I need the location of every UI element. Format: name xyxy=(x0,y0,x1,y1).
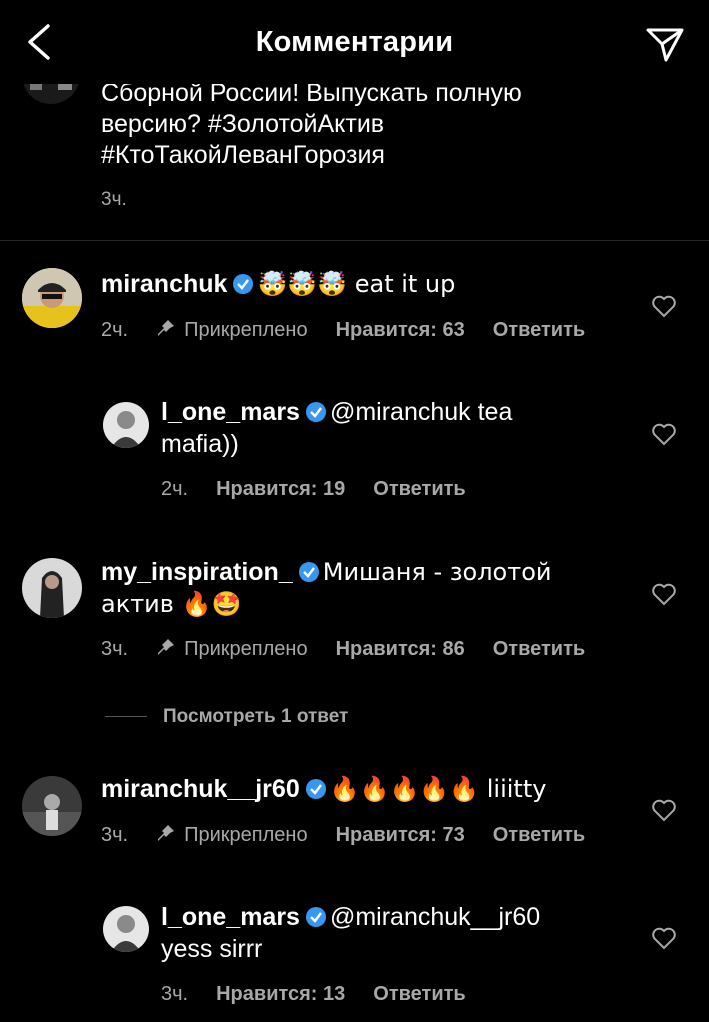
comment-meta: 2ч. Прикреплено Нравится: 63 Ответить xyxy=(101,318,585,342)
comment-time: 2ч. xyxy=(101,319,129,341)
pinned-label: Прикреплено xyxy=(156,638,308,660)
avatar[interactable] xyxy=(22,268,82,328)
divider xyxy=(0,240,709,241)
post-caption: Сборной России! Выпускать полную версию?… xyxy=(101,78,621,171)
heart-outline-icon[interactable] xyxy=(651,926,677,950)
comment-username[interactable]: l_one_mars xyxy=(161,903,300,931)
comment-time: 3ч. xyxy=(101,638,129,660)
reply-button[interactable]: Ответить xyxy=(493,824,585,846)
like-count[interactable]: Нравится: 19 xyxy=(216,478,345,500)
caption-timestamp: 3ч. xyxy=(101,189,127,210)
heart-outline-icon[interactable] xyxy=(651,582,677,606)
verified-badge-icon xyxy=(305,779,326,799)
divider xyxy=(105,716,147,718)
verified-badge-icon xyxy=(305,402,326,422)
comment-text: l_one_mars @miranchuk tea mafia)) xyxy=(161,396,581,460)
comment-username[interactable]: miranchuk xyxy=(101,270,227,298)
pin-icon xyxy=(158,320,175,336)
comment-text: miranchuk 🤯🤯🤯 eat it up xyxy=(101,268,641,300)
paper-plane-icon xyxy=(646,28,684,62)
heart-outline-icon[interactable] xyxy=(651,422,677,446)
reply-button[interactable]: Ответить xyxy=(493,319,585,341)
comment-body: 🔥🔥🔥🔥🔥 liiitty xyxy=(329,775,547,803)
avatar[interactable] xyxy=(103,402,149,448)
comment-username[interactable]: l_one_mars xyxy=(161,398,300,426)
like-count[interactable]: Нравится: 63 xyxy=(336,319,465,341)
like-count[interactable]: Нравится: 86 xyxy=(336,638,465,660)
caption-line: версию? #ЗолотойАктив xyxy=(101,110,385,138)
pin-icon xyxy=(158,639,175,655)
comment-username[interactable]: my_inspiration_ xyxy=(101,558,293,586)
share-button[interactable] xyxy=(645,24,685,64)
avatar[interactable] xyxy=(103,906,149,952)
view-replies-button[interactable]: Посмотреть 1 ответ xyxy=(105,706,348,728)
verified-badge-icon xyxy=(298,562,319,582)
comment-meta: 2ч. Нравится: 19 Ответить xyxy=(161,478,466,501)
comment-meta: 3ч. Нравится: 13 Ответить xyxy=(161,983,466,1006)
comment-body: 🤯🤯🤯 eat it up xyxy=(257,270,456,298)
verified-badge-icon xyxy=(233,274,254,294)
reply-button[interactable]: Ответить xyxy=(373,478,465,500)
caption-line: #КтоТакойЛеванГорозия xyxy=(101,141,385,169)
heart-outline-icon[interactable] xyxy=(651,294,677,318)
comment-text: miranchuk__jr60 🔥🔥🔥🔥🔥 liiitty xyxy=(101,773,641,805)
page-title: Комментарии xyxy=(255,26,454,58)
top-bar: Комментарии xyxy=(0,0,709,84)
comment-text: l_one_mars @miranchuk__jr60 yess sirrr xyxy=(161,901,581,965)
comment-time: 3ч. xyxy=(101,824,129,846)
like-count[interactable]: Нравится: 73 xyxy=(336,824,465,846)
comment-time: 3ч. xyxy=(161,983,189,1005)
reply-button[interactable]: Ответить xyxy=(493,638,585,660)
pinned-label: Прикреплено xyxy=(156,319,308,341)
avatar[interactable] xyxy=(22,558,82,618)
verified-badge-icon xyxy=(305,907,326,927)
pin-icon xyxy=(158,825,175,841)
reply-button[interactable]: Ответить xyxy=(373,983,465,1005)
like-count[interactable]: Нравится: 13 xyxy=(216,983,345,1005)
comment-username[interactable]: miranchuk__jr60 xyxy=(101,775,300,803)
comment-time: 2ч. xyxy=(161,478,189,500)
pinned-label: Прикреплено xyxy=(156,824,308,846)
comment-meta: 3ч. Прикреплено Нравится: 73 Ответить xyxy=(101,823,585,847)
comment-meta: 3ч. Прикреплено Нравится: 86 Ответить xyxy=(101,637,585,661)
heart-outline-icon[interactable] xyxy=(651,798,677,822)
comment-text: my_inspiration_ Мишаня - золотой актив 🔥🤩 xyxy=(101,556,601,620)
avatar[interactable] xyxy=(22,776,82,836)
